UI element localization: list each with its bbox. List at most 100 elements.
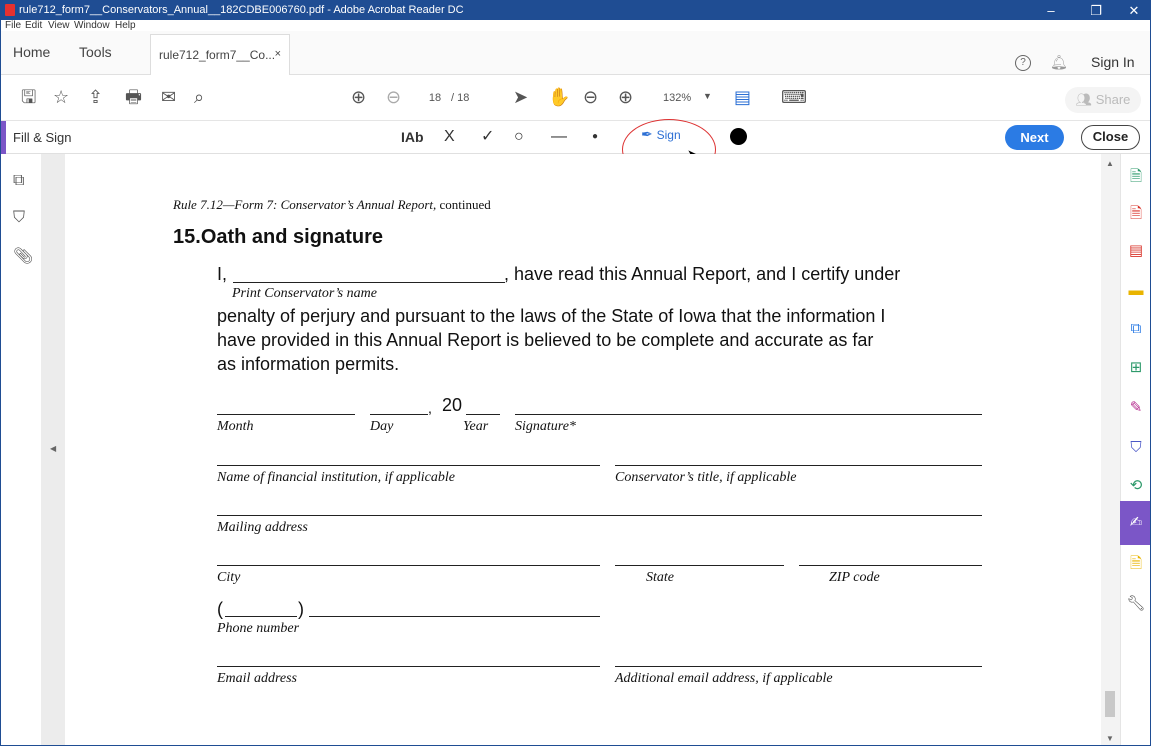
financial-line[interactable] xyxy=(217,465,600,466)
circle-tool[interactable]: ○ xyxy=(514,127,524,147)
upload-icon[interactable]: ⇪ xyxy=(88,85,103,109)
create-pdf-icon[interactable]: 🗎︎ xyxy=(1126,167,1146,187)
oath-line-2: penalty of perjury and pursuant to the l… xyxy=(217,306,886,326)
restore-button[interactable]: ❐ xyxy=(1076,1,1116,20)
title-line[interactable] xyxy=(615,465,982,466)
menu-edit[interactable]: Edit xyxy=(25,20,42,31)
bookmark-icon[interactable]: ⛉ xyxy=(13,209,25,227)
city-line[interactable] xyxy=(217,565,600,566)
sign-button[interactable]: ✒ Sign xyxy=(641,126,681,143)
minimize-button[interactable]: – xyxy=(1031,1,1071,20)
title-bar: rule712_form7__Conservators_Annual__182C… xyxy=(1,1,1150,20)
zoom-dropdown-icon[interactable]: ▼ xyxy=(703,91,712,101)
close-button[interactable]: Close xyxy=(1081,125,1140,150)
month-line[interactable] xyxy=(217,414,355,415)
scrollbar-thumb[interactable] xyxy=(1105,691,1115,717)
state-line[interactable] xyxy=(615,565,784,566)
zoom-out-icon[interactable]: ⊖ xyxy=(583,85,598,109)
protect-shield-icon[interactable]: ⛉ xyxy=(1126,438,1146,458)
menu-file[interactable]: File xyxy=(5,20,21,31)
phone-line[interactable] xyxy=(309,616,600,617)
email2-line[interactable] xyxy=(615,666,982,667)
print-icon[interactable]: 🖶 xyxy=(125,85,142,109)
year-line[interactable] xyxy=(466,414,500,415)
next-button[interactable]: Next xyxy=(1005,125,1064,150)
phone-open: ( xyxy=(217,599,223,619)
email-label: Email address xyxy=(217,671,297,686)
select-tool-icon[interactable]: ➤ xyxy=(513,85,528,109)
combine-files-icon[interactable]: ⧉ xyxy=(1126,319,1146,339)
star-icon[interactable]: ☆ xyxy=(53,85,69,109)
page-number-input[interactable]: 18 xyxy=(424,92,446,108)
close-window-button[interactable]: ✕ xyxy=(1114,1,1150,20)
email-line[interactable] xyxy=(217,666,600,667)
collapse-arrow-icon: ◀ xyxy=(50,444,57,453)
left-panel-collapse[interactable]: ◀ xyxy=(41,154,65,745)
add-text-tool[interactable]: IAb xyxy=(401,127,424,147)
zoom-in-icon[interactable]: ⊕ xyxy=(618,85,633,109)
email2-label: Additional email address, if applicable xyxy=(615,671,833,686)
sign-in-link[interactable]: Sign In xyxy=(1091,54,1135,70)
close-tab-icon[interactable]: × xyxy=(275,48,281,60)
date-comma: , xyxy=(428,400,432,416)
bell-icon[interactable]: 🔔︎ xyxy=(1050,54,1068,71)
oath-line-1: , have read this Annual Report, and I ce… xyxy=(504,264,901,284)
menu-help[interactable]: Help xyxy=(115,20,136,31)
fill-sign-active-icon[interactable]: ✍ xyxy=(1126,513,1146,533)
organize-pages-icon[interactable]: ▤ xyxy=(1126,241,1146,261)
more-tools-doc-icon[interactable]: 🗎︎ xyxy=(1126,554,1146,574)
next-page-icon[interactable]: ⊖ xyxy=(386,85,401,109)
fill-sign-bar: Fill & Sign IAb X ✓ ○ — ● xyxy=(1,121,1150,154)
comment-icon[interactable]: ▬ xyxy=(1126,281,1146,301)
zoom-level[interactable]: 132% xyxy=(663,92,691,104)
page-layout-icon[interactable]: ▤ xyxy=(734,85,751,109)
tab-home[interactable]: Home xyxy=(13,44,50,60)
prev-page-icon[interactable]: ⊕ xyxy=(351,85,366,109)
share-label: Share xyxy=(1095,92,1131,107)
menu-view[interactable]: View xyxy=(48,20,70,31)
line-tool[interactable]: — xyxy=(551,127,567,147)
area-code-line[interactable] xyxy=(225,616,297,617)
hand-tool-icon[interactable]: ✋ xyxy=(548,85,570,109)
mailing-label: Mailing address xyxy=(217,520,308,535)
export-pdf-icon[interactable]: 🗎︎ xyxy=(1126,204,1146,224)
customize-tools-icon[interactable]: 🔧︎ xyxy=(1126,594,1146,614)
oath-i: I, xyxy=(217,264,228,284)
zip-line[interactable] xyxy=(799,565,982,566)
month-label: Month xyxy=(217,419,254,434)
phone-close: ) xyxy=(298,599,304,619)
keyboard-icon[interactable]: ⌨ xyxy=(781,85,807,109)
tab-document[interactable]: rule712_form7__Co... × xyxy=(150,34,290,75)
share-button[interactable]: 👥︎ Share xyxy=(1065,87,1141,113)
running-head-italic: Rule 7.12—Form 7: Conservator’s Annual R… xyxy=(173,197,437,212)
print-name-line[interactable] xyxy=(233,282,505,283)
year-prefix: 20 xyxy=(442,395,463,415)
fill-sign-pen-icon[interactable]: ✎ xyxy=(1126,398,1146,418)
search-icon[interactable]: ⌕ xyxy=(194,85,204,109)
compress-icon[interactable]: ⊞ xyxy=(1126,358,1146,378)
vertical-scrollbar[interactable] xyxy=(1101,154,1120,745)
scroll-down-icon[interactable]: ▼ xyxy=(1106,734,1114,743)
tab-document-label: rule712_form7__Co... xyxy=(159,48,276,62)
phone-label: Phone number xyxy=(217,621,300,636)
oath-line-4: as information permits. xyxy=(217,354,400,374)
menu-window[interactable]: Window xyxy=(74,20,110,31)
year-label: Year xyxy=(463,419,489,434)
email-icon[interactable]: ✉ xyxy=(161,85,176,109)
tab-tools[interactable]: Tools xyxy=(79,44,112,60)
scroll-up-icon[interactable]: ▲ xyxy=(1106,159,1114,168)
mailing-line[interactable] xyxy=(217,515,982,516)
page-thumbnails-icon[interactable]: ⧉ xyxy=(13,172,24,190)
signature-line[interactable] xyxy=(515,414,982,415)
checkmark-tool[interactable]: ✓ xyxy=(481,127,494,147)
save-icon[interactable]: 🖫 xyxy=(21,85,36,109)
attachment-icon[interactable]: 📎︎ xyxy=(13,246,33,266)
day-line[interactable] xyxy=(370,414,428,415)
cross-mark-tool[interactable]: X xyxy=(444,127,455,147)
color-picker[interactable] xyxy=(730,128,747,145)
help-icon[interactable]: ? xyxy=(1015,55,1031,71)
dot-tool[interactable]: ● xyxy=(592,127,598,147)
fill-sign-label: Fill & Sign xyxy=(13,130,72,145)
print-name-label: Print Conservator’s name xyxy=(232,286,377,301)
send-for-review-icon[interactable]: ⟲ xyxy=(1126,476,1146,496)
